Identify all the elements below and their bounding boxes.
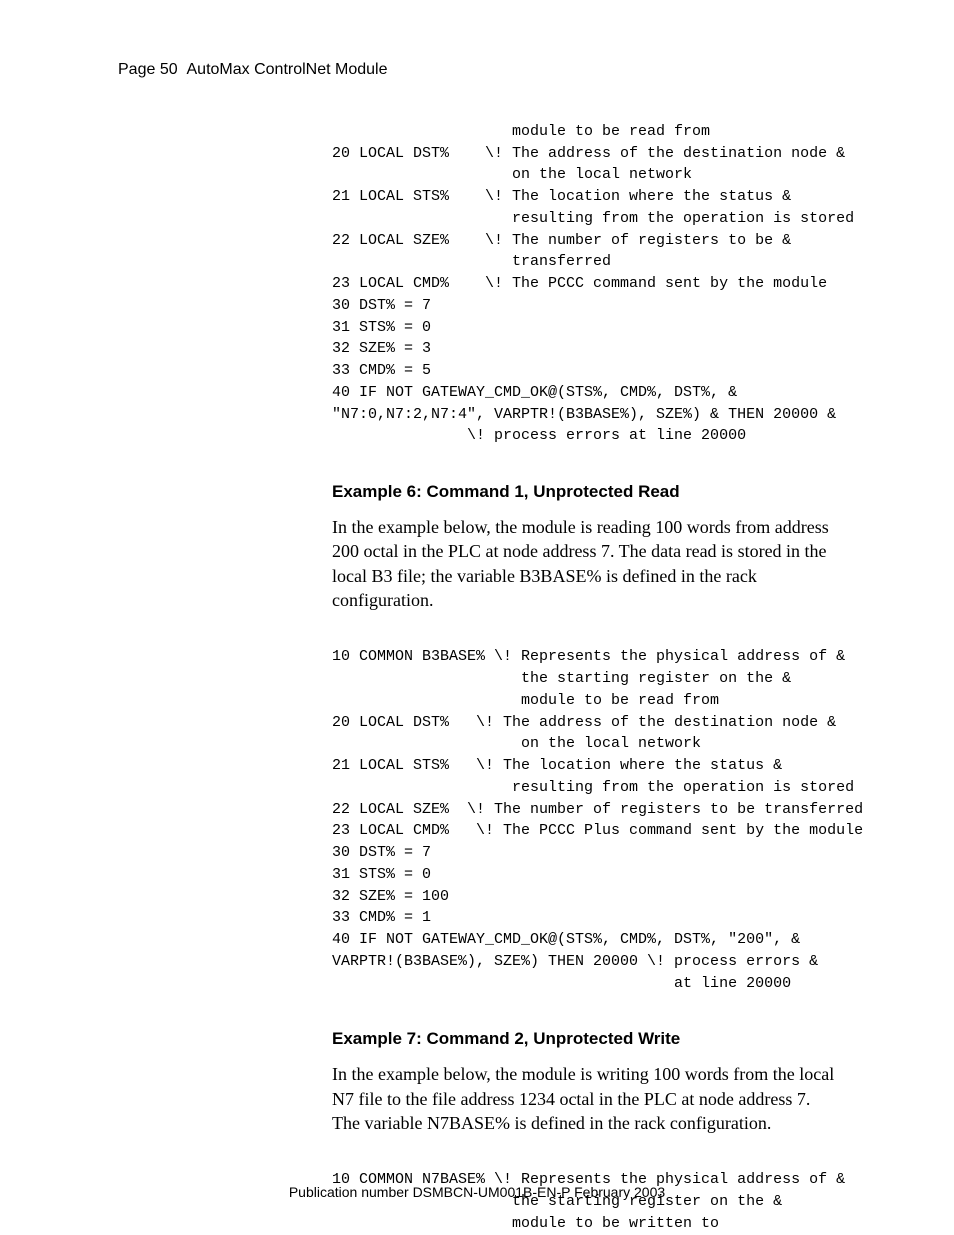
example-7-paragraph: In the example below, the module is writ… bbox=[332, 1062, 836, 1135]
code-block-3: 10 COMMON N7BASE% \! Represents the phys… bbox=[332, 1169, 836, 1234]
running-header: Page 50 AutoMax ControlNet Module bbox=[118, 60, 836, 81]
example-6-heading: Example 6: Command 1, Unprotected Read bbox=[332, 481, 836, 503]
page: Page 50 AutoMax ControlNet Module module… bbox=[0, 0, 954, 1235]
footer-publication: Publication number DSMBCN-UM001B-EN-P Fe… bbox=[0, 1183, 954, 1201]
code-block-1: module to be read from 20 LOCAL DST% \! … bbox=[332, 121, 836, 447]
doc-title: AutoMax ControlNet Module bbox=[187, 61, 388, 78]
example-6-paragraph: In the example below, the module is read… bbox=[332, 515, 836, 612]
example-7-heading: Example 7: Command 2, Unprotected Write bbox=[332, 1028, 836, 1050]
code-block-2: 10 COMMON B3BASE% \! Represents the phys… bbox=[332, 646, 836, 994]
page-number: Page 50 bbox=[118, 61, 178, 78]
